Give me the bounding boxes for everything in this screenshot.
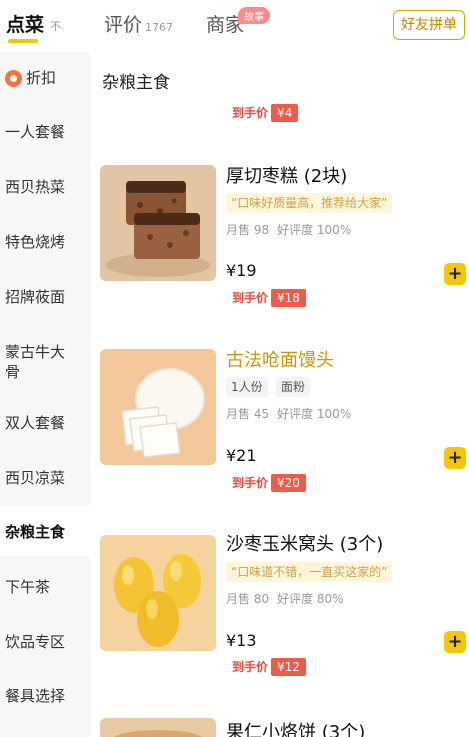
monthly-sales: 月售 80 xyxy=(226,592,270,606)
sidebar-item-label: 招牌莜面 xyxy=(5,288,66,306)
product-list: 杂粮主食 到手价 ¥4 厚切枣糕 (2块) “口味好质量高，推荐给大家” 月售 … xyxy=(90,52,469,737)
add-to-cart-button[interactable]: + xyxy=(444,631,466,653)
final-price-label: 到手价 xyxy=(232,660,269,674)
tab-order[interactable]: 点菜不 xyxy=(6,10,62,43)
final-price-tag: 到手价 ¥18 xyxy=(232,289,306,307)
final-price-tag: 到手价 ¥20 xyxy=(232,474,306,492)
sidebar-item-bbq[interactable]: 特色烧烤 xyxy=(0,232,90,252)
sidebar-item-double-set[interactable]: 双人套餐 xyxy=(0,413,90,433)
product-stats: 月售 80 好评度 80% xyxy=(226,590,344,607)
product-tag: 1人份 xyxy=(226,377,268,397)
sidebar-item-single-set[interactable]: 一人套餐 xyxy=(0,122,90,142)
final-price-label: 到手价 xyxy=(232,106,269,120)
sidebar-item-oat-noodles[interactable]: 招牌莜面 xyxy=(0,287,90,307)
sidebar-item-label: 餐具选择 xyxy=(5,687,66,705)
product-name[interactable]: 厚切枣糕 (2块) xyxy=(226,162,347,188)
tab-order-mark: 不 xyxy=(50,19,62,33)
rating: 好评度 80% xyxy=(277,592,344,606)
tab-reviews-label: 评价 xyxy=(104,14,143,36)
story-badge: 故事 xyxy=(238,7,270,24)
sidebar-item-staple-food[interactable]: 杂粮主食 xyxy=(0,506,90,556)
sidebar-item-label: 特色烧烤 xyxy=(5,233,66,251)
sidebar-item-hot-dishes[interactable]: 西贝热菜 xyxy=(0,177,90,197)
reviews-count: 1767 xyxy=(145,21,174,34)
sidebar-item-label: 杂粮主食 xyxy=(5,523,66,541)
date-cake-image[interactable] xyxy=(100,165,216,281)
sidebar-item-label: 折扣 xyxy=(26,69,57,87)
product-slogan: “口味好质量高，推荐给大家” xyxy=(226,193,393,213)
sidebar-item-label: 蒙古牛大骨 xyxy=(5,343,66,381)
sidebar-item-label: 一人套餐 xyxy=(5,123,66,141)
sidebar-item-label: 西贝凉菜 xyxy=(5,469,66,487)
top-final-price-tag: 到手价 ¥4 xyxy=(232,104,299,122)
monthly-sales: 月售 45 xyxy=(226,407,270,421)
nut-pancake-image[interactable] xyxy=(100,718,216,737)
final-price-value: ¥4 xyxy=(271,104,299,122)
final-price-label: 到手价 xyxy=(232,476,269,490)
tab-order-label: 点菜 xyxy=(6,14,45,36)
sidebar-item-cold-dishes[interactable]: 西贝凉菜 xyxy=(0,468,90,488)
sidebar-item-label: 双人套餐 xyxy=(5,414,66,432)
discount-icon xyxy=(5,70,22,87)
add-to-cart-button[interactable]: + xyxy=(444,447,466,469)
product-slogan: “口味道不错，一直买这家的” xyxy=(226,562,393,582)
top-tabs: 点菜不 评价 1767 商家 故事 好友拼单 xyxy=(0,0,469,52)
tab-active-underline xyxy=(8,39,38,43)
final-price-value: ¥12 xyxy=(271,658,306,676)
monthly-sales: 月售 98 xyxy=(226,223,270,237)
product-name[interactable]: 果仁小烙饼 (3个) xyxy=(226,718,365,737)
rating: 好评度 100% xyxy=(277,407,352,421)
rating: 好评度 100% xyxy=(277,223,352,237)
product-tag: 面粉 xyxy=(276,377,311,397)
product-price: ¥21 xyxy=(226,446,257,465)
product-name[interactable]: 沙枣玉米窝头 (3个) xyxy=(226,530,383,556)
product-price: ¥13 xyxy=(226,631,257,650)
sidebar-item-label: 饮品专区 xyxy=(5,633,66,651)
final-price-value: ¥18 xyxy=(271,289,306,307)
sidebar-item-label: 西贝热菜 xyxy=(5,178,66,196)
sidebar-item-beef-bone[interactable]: 蒙古牛大骨 xyxy=(0,342,78,382)
steamed-bun-image[interactable] xyxy=(100,349,216,465)
group-order-button[interactable]: 好友拼单 xyxy=(393,10,465,40)
product-stats: 月售 45 好评度 100% xyxy=(226,405,351,422)
final-price-value: ¥20 xyxy=(271,474,306,492)
product-stats: 月售 98 好评度 100% xyxy=(226,221,351,238)
final-price-tag: 到手价 ¥12 xyxy=(232,658,306,676)
final-price-label: 到手价 xyxy=(232,291,269,305)
sidebar-item-afternoon-tea[interactable]: 下午茶 xyxy=(0,577,90,597)
corn-bun-image[interactable] xyxy=(100,535,216,651)
sidebar-item-discount[interactable]: 折扣 xyxy=(0,68,90,88)
section-title: 杂粮主食 xyxy=(102,73,170,93)
product-price: ¥19 xyxy=(226,261,257,280)
product-name[interactable]: 古法呛面馒头 xyxy=(226,346,334,372)
sidebar-item-tableware[interactable]: 餐具选择 xyxy=(0,686,90,706)
category-sidebar: 折扣 一人套餐 西贝热菜 特色烧烤 招牌莜面 蒙古牛大骨 双人套餐 西贝凉菜 杂… xyxy=(0,52,90,737)
add-to-cart-button[interactable]: + xyxy=(444,263,466,285)
menu-screen: 点菜不 评价 1767 商家 故事 好友拼单 折扣 一人套餐 西贝热菜 特色烧烤 … xyxy=(0,0,469,737)
tab-reviews[interactable]: 评价 1767 xyxy=(104,10,173,37)
sidebar-item-label: 下午茶 xyxy=(5,578,51,596)
sidebar-item-drinks[interactable]: 饮品专区 xyxy=(0,632,90,652)
